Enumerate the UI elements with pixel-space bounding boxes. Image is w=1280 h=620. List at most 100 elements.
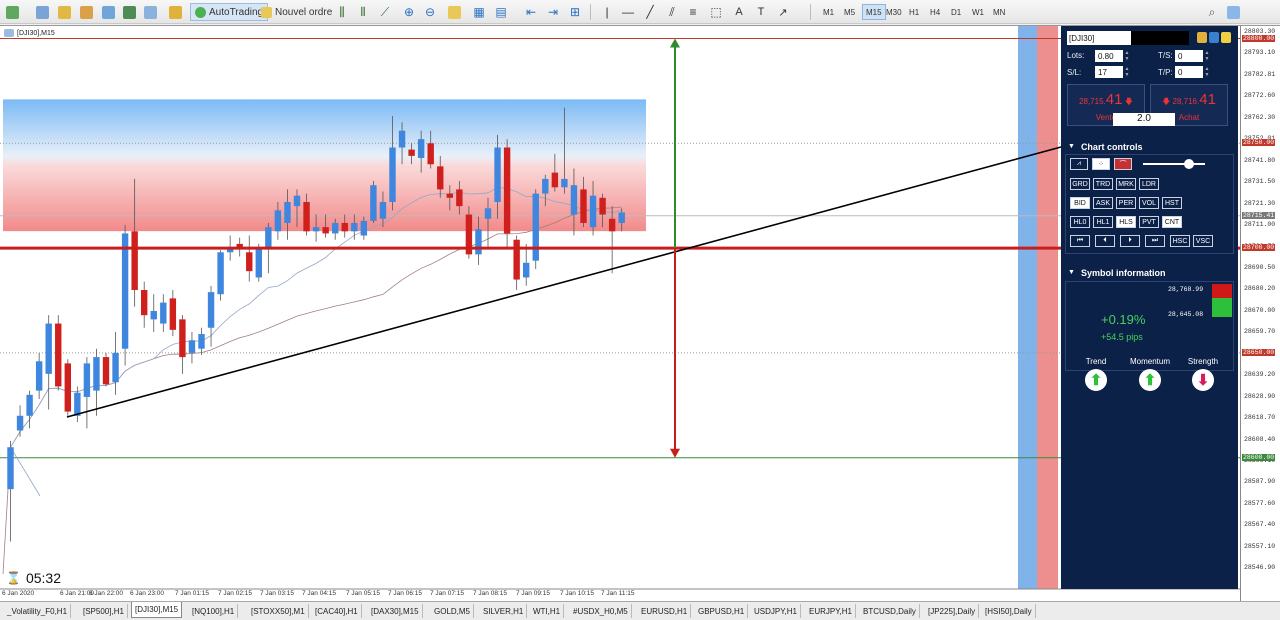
channel-icon[interactable]: ⫽ [663,3,681,21]
ctrl-trd-button[interactable]: TRD [1093,178,1113,190]
ctrl-ask-button[interactable]: ASK [1093,197,1113,209]
tp-stepper[interactable]: ▲ ▼ [1204,66,1210,78]
text-tool-icon[interactable]: A [730,3,748,21]
price-axis[interactable]: 28803.30 28793.10 28782.81 28772.60 28762.30… [1240,26,1280,602]
chart-tab[interactable]: SILVER,H1 [480,604,528,618]
lots-stepper[interactable]: ▲ ▼ [1124,50,1130,62]
chart-canvas[interactable] [0,26,1240,602]
bar-chart-icon[interactable]: ⫼ [333,3,351,21]
ctrl-per-button[interactable]: PER [1116,197,1136,209]
chart-tab[interactable]: [STOXX50],M1 [248,604,309,618]
chart-window[interactable]: [DJI30],M15 ⌛ 05:32 6 Jan 2020 6 Jan 21:0… [0,25,1280,602]
vertical-line-icon[interactable]: | [598,3,616,21]
chart-tab[interactable]: _Volatility_F0,H1 [4,604,72,618]
zoom-in-icon[interactable]: ⊕ [400,3,418,21]
next-bar-icon[interactable]: ⏵ [1120,235,1140,247]
ctrl-grd-button[interactable]: GRD [1070,178,1090,190]
prev-bar-icon[interactable]: ⏴ [1095,235,1115,247]
ctrl-mrk-button[interactable]: MRK [1116,178,1136,190]
chart-tab[interactable]: [DJI30],M15 [131,602,183,618]
templates-icon[interactable]: ▤ [492,3,510,21]
chart-shift-icon[interactable]: ⇥ [544,3,562,21]
chart-tab[interactable]: EURJPY,H1 [806,604,856,618]
ma-mode-button[interactable]: ⁘ [1092,158,1110,170]
meta-editor-icon[interactable] [166,3,184,21]
opacity-slider-track[interactable] [1143,163,1205,165]
line-chart-icon[interactable]: ⟋ [376,3,394,21]
indicators-icon[interactable] [445,3,463,21]
sl-stepper[interactable]: ▲ ▼ [1124,66,1130,78]
lock-icon[interactable] [1221,32,1231,43]
ctrl-hl0-button[interactable]: HL0 [1070,216,1090,228]
new-order-button[interactable]: Nouvel ordre [256,3,337,21]
chart-tab[interactable]: [NQ100],H1 [189,604,239,618]
ts-input[interactable]: 0 [1175,50,1203,62]
label-tool-icon[interactable]: T [752,3,770,21]
profiles-icon[interactable] [33,3,51,21]
chart-tab[interactable]: [SP500],H1 [80,604,128,618]
chart-tab[interactable]: [CAC40],H1 [312,604,362,618]
tp-input[interactable]: 0 [1175,66,1203,78]
shapes-icon[interactable]: ⬚ [707,3,725,21]
chart-tab[interactable]: EURUSD,H1 [638,604,692,618]
timeframe-m1[interactable]: M1 [820,4,837,20]
strategy-tester-icon[interactable] [141,3,159,21]
timeframe-m30[interactable]: M30 [883,4,905,20]
curve-mode-button[interactable]: ⌒ [1114,158,1132,170]
opacity-slider-handle[interactable] [1184,159,1194,169]
settings-icon[interactable] [1197,32,1207,43]
new-chart-icon[interactable] [3,3,21,21]
chart-tab[interactable]: [DAX30],M15 [368,604,423,618]
horizontal-line-icon[interactable]: — [619,3,637,21]
crosshair-icon[interactable]: ⊞ [566,3,584,21]
trendline-icon[interactable]: ╱ [641,3,659,21]
lots-input[interactable]: 0.80 [1095,50,1123,62]
timeframe-mn[interactable]: MN [990,4,1008,20]
timeframe-h4[interactable]: H4 [927,4,943,20]
ctrl-pvt-button[interactable]: PVT [1139,216,1159,228]
search-icon[interactable]: ⌕ [1203,3,1221,21]
ctrl-vsc-button[interactable]: VSC [1193,235,1213,247]
timeframe-d1[interactable]: D1 [948,4,964,20]
market-watch-icon[interactable] [55,3,73,21]
tile-windows-icon[interactable]: ▦ [470,3,488,21]
auto-scroll-icon[interactable]: ⇤ [522,3,540,21]
info-icon[interactable] [1209,32,1219,43]
navigator-icon[interactable] [99,3,117,21]
ctrl-bid-button[interactable]: BID [1070,197,1090,209]
terminal-icon[interactable] [120,3,138,21]
symbol-information-header[interactable]: ▼ Symbol information [1061,265,1238,280]
timeframe-h1[interactable]: H1 [906,4,922,20]
fibonacci-icon[interactable]: ≡ [684,3,702,21]
arrows-icon[interactable]: ↗ [774,3,792,21]
sl-input[interactable]: 17 [1095,66,1123,78]
ctrl-vol-button[interactable]: VOL [1139,197,1159,209]
chart-tab[interactable]: GOLD,M5 [431,604,475,618]
ctrl-cnt-button[interactable]: CNT [1162,216,1182,228]
symbol-search-input[interactable] [1131,31,1189,45]
chart-tab[interactable]: GBPUSD,H1 [695,604,749,618]
candlestick-icon[interactable]: ⫴ [354,3,372,21]
timeframe-w1[interactable]: W1 [969,4,987,20]
chart-tab[interactable]: WTI,H1 [530,604,565,618]
zoom-out-icon[interactable]: ⊖ [421,3,439,21]
chat-icon[interactable] [1224,3,1242,21]
ctrl-hsc-button[interactable]: HSC [1170,235,1190,247]
chart-controls-header[interactable]: ▼ Chart controls [1061,139,1238,154]
chart-tab[interactable]: BTCUSD,Daily [860,604,920,618]
chart-tab[interactable]: [HSI50],Daily [982,604,1036,618]
timeframe-m5[interactable]: M5 [841,4,858,20]
ts-stepper[interactable]: ▲ ▼ [1204,50,1210,62]
draw-mode-button[interactable]: ⩘ [1070,158,1088,170]
data-window-icon[interactable] [77,3,95,21]
first-bar-icon[interactable]: ⏮ [1070,235,1090,247]
chart-tab[interactable]: #USDX_H0,M5 [570,604,632,618]
ctrl-hls-button[interactable]: HLS [1116,216,1136,228]
ctrl-ldr-button[interactable]: LDR [1139,178,1159,190]
lot-size-input[interactable]: 2.0 [1113,113,1175,126]
chart-tab[interactable]: USDJPY,H1 [751,604,801,618]
last-bar-icon[interactable]: ⏭ [1145,235,1165,247]
ctrl-hst-button[interactable]: HST [1162,197,1182,209]
chart-tab[interactable]: [JP225],Daily [925,604,980,618]
ctrl-hl1-button[interactable]: HL1 [1093,216,1113,228]
